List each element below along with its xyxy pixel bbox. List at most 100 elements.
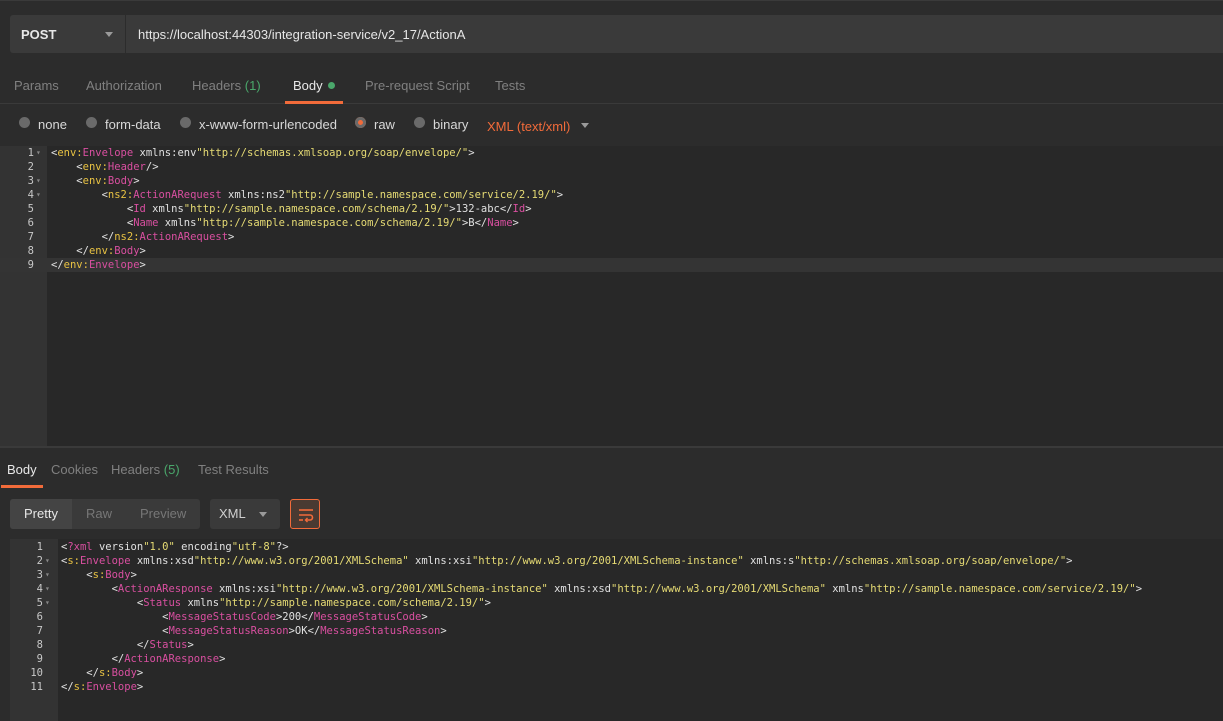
code-line: 10 </s:Body>	[10, 666, 1223, 680]
code-line: 1 <?xml version"1.0" encoding"utf-8"?>	[10, 540, 1223, 554]
line-number: 9	[27, 259, 34, 271]
code-text: <env:Header/>	[76, 161, 159, 173]
code-line: 11 </s:Envelope>	[10, 680, 1223, 694]
radio-circle	[355, 117, 366, 128]
code-text: </s:Body>	[86, 667, 144, 679]
request-tabs: Params Authorization Headers (1) Body Pr…	[0, 66, 1223, 104]
line-number: 6	[36, 611, 43, 623]
radio-circle	[414, 117, 425, 128]
resp-headers-count: (5)	[163, 462, 180, 477]
content-type-select[interactable]: XML (text/xml)	[487, 119, 570, 134]
code-text: <Id xmlns"http://sample.namespace.com/sc…	[126, 203, 532, 215]
code-text: <MessageStatusCode>200</MessageStatusCod…	[162, 611, 428, 623]
fold-toggle-icon[interactable]: ▾	[36, 174, 41, 188]
line-number: 4	[36, 583, 43, 595]
view-mode-group: Pretty Raw Preview	[10, 499, 201, 529]
line-number: 11	[30, 681, 43, 693]
code-text: </ActionAResponse>	[111, 653, 226, 665]
body-indicator-dot	[327, 82, 335, 89]
code-line: 7 <MessageStatusReason>OK</MessageStatus…	[10, 624, 1223, 638]
radio-x-www-form-urlencoded[interactable]: x-www-form-urlencoded	[180, 117, 337, 132]
code-text: </Status>	[136, 639, 194, 651]
code-text: <env:Envelope xmlns:env"http://schemas.x…	[51, 147, 475, 159]
radio-binary[interactable]: binary	[414, 117, 468, 132]
headers-count: (1)	[244, 78, 261, 93]
code-line: 6 <Name xmlns"http://sample.namespace.co…	[0, 216, 1223, 230]
code-line: 9 </env:Envelope>	[0, 258, 1223, 272]
line-number: 5	[27, 203, 34, 215]
line-number: 7	[36, 625, 43, 637]
code-text: <s:Envelope xmlns:xsd"http://www.w3.org/…	[61, 555, 1073, 567]
tab-body[interactable]: Body	[285, 66, 343, 104]
code-line: 8 </Status>	[10, 638, 1223, 652]
code-line: 9 </ActionAResponse>	[10, 652, 1223, 666]
tab-tests[interactable]: Tests	[495, 66, 525, 104]
tab-headers[interactable]: Headers (1)	[192, 66, 261, 104]
code-text: </env:Body>	[76, 245, 146, 257]
code-text: <Name xmlns"http://sample.namespace.com/…	[126, 217, 519, 229]
code-line: 8 </env:Body>	[0, 244, 1223, 258]
code-text: <ns2:ActionARequest xmlns:ns2"http://sam…	[101, 189, 564, 201]
response-tabs: Body Cookies Headers (5) Test Results	[0, 452, 1223, 488]
fold-toggle-icon[interactable]: ▾	[45, 582, 50, 596]
view-raw-button[interactable]: Raw	[72, 499, 126, 529]
body-type-selector: none form-data x-www-form-urlencoded raw…	[0, 104, 1223, 146]
pane-divider[interactable]	[0, 446, 1223, 448]
response-format-select[interactable]: XML	[210, 499, 280, 529]
code-line: 3 ▾ <s:Body>	[10, 568, 1223, 582]
fold-toggle-icon[interactable]: ▾	[45, 554, 50, 568]
radio-raw[interactable]: raw	[355, 117, 395, 132]
chevron-down-icon[interactable]	[581, 123, 589, 128]
code-line: 2 <env:Header/>	[0, 160, 1223, 174]
radio-none[interactable]: none	[19, 117, 67, 132]
view-preview-button[interactable]: Preview	[126, 499, 200, 529]
resp-tab-body[interactable]: Body	[1, 452, 43, 488]
code-text: <Status xmlns"http://sample.namespace.co…	[136, 597, 491, 609]
code-text: </s:Envelope>	[61, 681, 144, 693]
request-url-bar: POST https://localhost:44303/integration…	[0, 0, 1223, 66]
line-number: 7	[27, 231, 34, 243]
resp-tab-headers[interactable]: Headers (5)	[111, 452, 180, 488]
line-number: 3	[27, 175, 34, 187]
fold-toggle-icon[interactable]: ▾	[45, 596, 50, 610]
code-text: </env:Envelope>	[51, 259, 146, 271]
code-line: 3 ▾ <env:Body>	[0, 174, 1223, 188]
code-line: 4 ▾ <ns2:ActionARequest xmlns:ns2"http://…	[0, 188, 1223, 202]
code-line: 2 ▾ <s:Envelope xmlns:xsd"http://www.w3.or…	[10, 554, 1223, 568]
line-number: 8	[36, 639, 43, 651]
code-line: 6 <MessageStatusCode>200</MessageStatusC…	[10, 610, 1223, 624]
line-number: 1	[27, 147, 34, 159]
code-text: <s:Body>	[86, 569, 137, 581]
radio-form-data[interactable]: form-data	[86, 117, 161, 132]
code-text: <MessageStatusReason>OK</MessageStatusRe…	[162, 625, 447, 637]
url-input[interactable]: https://localhost:44303/integration-serv…	[125, 15, 1223, 53]
resp-tab-cookies[interactable]: Cookies	[51, 452, 98, 488]
code-text: <ActionAResponse xmlns:xsi"http://www.w3…	[111, 583, 1143, 595]
resp-tab-test-results[interactable]: Test Results	[198, 452, 269, 488]
chevron-down-icon	[105, 32, 113, 37]
code-line: 7 </ns2:ActionARequest>	[0, 230, 1223, 244]
code-line: 5 <Id xmlns"http://sample.namespace.com/…	[0, 202, 1223, 216]
chevron-down-icon	[259, 512, 267, 517]
url-value: https://localhost:44303/integration-serv…	[138, 26, 466, 42]
line-number: 5	[36, 597, 43, 609]
tab-params[interactable]: Params	[14, 66, 59, 104]
request-body-editor[interactable]: 1 ▾ <env:Envelope xmlns:env"http://schemas…	[0, 146, 1223, 446]
line-number: 1	[36, 541, 43, 553]
method-select[interactable]: POST	[10, 15, 125, 53]
wrap-lines-icon	[299, 509, 314, 523]
fold-toggle-icon[interactable]: ▾	[36, 188, 41, 202]
code-text: <env:Body>	[76, 175, 140, 187]
response-body-viewer[interactable]: 1 <?xml version"1.0" encoding"utf-8"?> 2 ▾ <…	[10, 539, 1223, 721]
line-number: 2	[27, 161, 34, 173]
tab-authorization[interactable]: Authorization	[86, 66, 162, 104]
view-pretty-button[interactable]: Pretty	[10, 499, 72, 529]
line-number: 4	[27, 189, 34, 201]
line-number: 10	[30, 667, 43, 679]
tab-pre-request-script[interactable]: Pre-request Script	[365, 66, 470, 104]
fold-toggle-icon[interactable]: ▾	[45, 568, 50, 582]
wrap-lines-button[interactable]	[290, 499, 320, 529]
line-number: 6	[27, 217, 34, 229]
fold-toggle-icon[interactable]: ▾	[36, 146, 41, 160]
code-text: <?xml version"1.0" encoding"utf-8"?>	[61, 541, 289, 553]
